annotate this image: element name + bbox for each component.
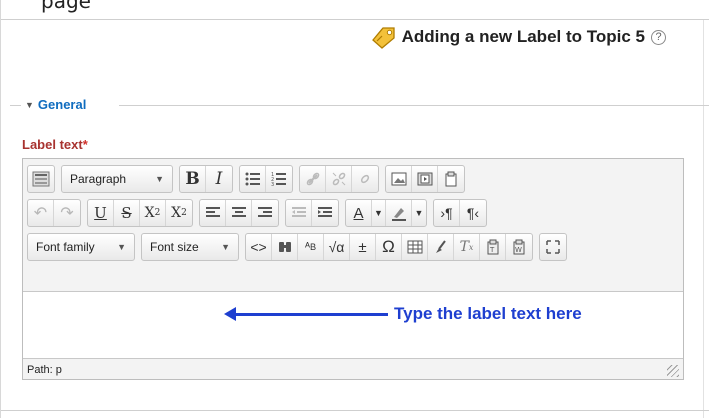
divider [703,20,704,418]
outdent-icon[interactable] [286,200,312,226]
align-left-icon[interactable] [200,200,226,226]
bullet-list-icon[interactable] [240,166,266,192]
bold-button[interactable]: B [180,166,206,192]
label-tag-icon [371,27,395,49]
help-icon[interactable]: ? [651,29,666,45]
divider [119,105,709,106]
paste-icon[interactable] [438,166,464,192]
align-right-icon[interactable] [252,200,278,226]
indent-icon[interactable] [312,200,338,226]
highlight-icon[interactable] [386,200,412,226]
toolbar-group: B I [179,165,233,193]
paste-text-icon[interactable]: T [480,234,506,260]
expand-triangle-icon: ▼ [25,99,34,110]
toolbar-group [539,233,567,261]
toolbar-group: ›¶ ¶‹ [433,199,487,227]
left-arrow-icon [224,306,388,321]
omega-icon[interactable]: Ω [376,234,402,260]
equation-icon[interactable]: √α [324,234,350,260]
svg-text:T: T [489,246,495,254]
ltr-icon[interactable]: ›¶ [434,200,460,226]
font-size-label: Font size [150,240,199,254]
toolbar-group [385,165,465,193]
paragraph-select[interactable]: Paragraph ▼ [61,165,173,193]
media-icon[interactable] [412,166,438,192]
toolbar-row-3: Font family ▼ Font size ▼ <> ᴬB √α ± Ω T… [27,233,567,261]
cleanup-brush-icon[interactable] [428,234,454,260]
superscript-button[interactable]: X2 [166,200,192,226]
svg-text:3: 3 [271,182,274,186]
toolbar-group: 123 [239,165,293,193]
toolbar-group: ↶ ↷ [27,199,81,227]
italic-button[interactable]: I [206,166,232,192]
chevron-down-icon[interactable]: ▼ [372,200,386,226]
fieldset-legend[interactable]: ▼ General [1,97,709,113]
field-label-text: Label text [22,137,83,152]
redo-icon[interactable]: ↷ [54,200,80,226]
resize-grip-icon[interactable] [667,365,679,377]
strikethrough-button[interactable]: S [114,200,140,226]
html-code-icon[interactable]: <> [246,234,272,260]
paragraph-select-label: Paragraph [70,172,127,186]
section-title: General [37,97,87,112]
subscript-button[interactable]: X2 [140,200,166,226]
rich-text-editor: Paragraph ▼ B I 123 ↶ ↷ U S X 2 X 2 A ▼ … [22,158,684,380]
annotation: Type the label text here [224,304,582,324]
anchor-icon[interactable] [352,166,378,192]
paste-word-icon[interactable]: W [506,234,532,260]
rtl-icon[interactable]: ¶‹ [460,200,486,226]
editor-content-area[interactable]: Type the label text here [23,291,683,359]
element-path: Path: p [27,364,62,376]
chevron-down-icon: ▼ [221,242,230,252]
toolbar-group [285,199,339,227]
find-replace-icon[interactable] [272,234,298,260]
clear-formatting-icon[interactable]: Tx [454,234,480,260]
font-family-select[interactable]: Font family ▼ [27,233,135,261]
scrolled-header-text: page [41,0,91,13]
undo-icon[interactable]: ↶ [28,200,54,226]
fullscreen-icon[interactable] [540,234,566,260]
required-marker: * [82,137,88,152]
field-label: Label text* [22,137,88,152]
page-heading: Adding a new Label to Topic 5 ? [370,24,666,50]
toolbar-row-2: ↶ ↷ U S X2 X2 A ▼ ▼ ›¶ ¶‹ [27,199,487,227]
align-center-icon[interactable] [226,200,252,226]
toolbar-group [299,165,379,193]
toolbar-group [27,165,55,193]
link-icon[interactable] [300,166,326,192]
toolbar-toggle-icon[interactable] [28,166,54,192]
toolbar-group: <> ᴬB √α ± Ω Tx T W [245,233,533,261]
spell-check-icon[interactable]: ᴬB [298,234,324,260]
svg-text:W: W [515,246,522,254]
chevron-down-icon[interactable]: ▼ [412,200,426,226]
divider [1,19,709,20]
chevron-down-icon: ▼ [155,174,164,184]
font-size-select[interactable]: Font size ▼ [141,233,239,261]
underline-button[interactable]: U [88,200,114,226]
editor-statusbar: Path: p [23,361,683,379]
font-family-label: Font family [36,240,95,254]
toolbar-group [199,199,279,227]
toolbar-row-1: Paragraph ▼ B I 123 [27,165,465,193]
chevron-down-icon: ▼ [117,242,126,252]
toolbar-group: U S X2 X2 [87,199,193,227]
toolbar-group: A ▼ ▼ [345,199,427,227]
divider [1,410,709,411]
image-icon[interactable] [386,166,412,192]
form-panel: page Adding a new Label to Topic 5 ? ▼ G… [0,0,709,418]
table-icon[interactable] [402,234,428,260]
numbered-list-icon[interactable]: 123 [266,166,292,192]
section-general-toggle[interactable]: ▼ General [21,97,91,112]
unlink-icon[interactable] [326,166,352,192]
text-color-icon[interactable]: A [346,200,372,226]
annotation-text: Type the label text here [394,304,582,323]
plus-minus-icon[interactable]: ± [350,234,376,260]
page-title: Adding a new Label to Topic 5 [401,27,645,46]
